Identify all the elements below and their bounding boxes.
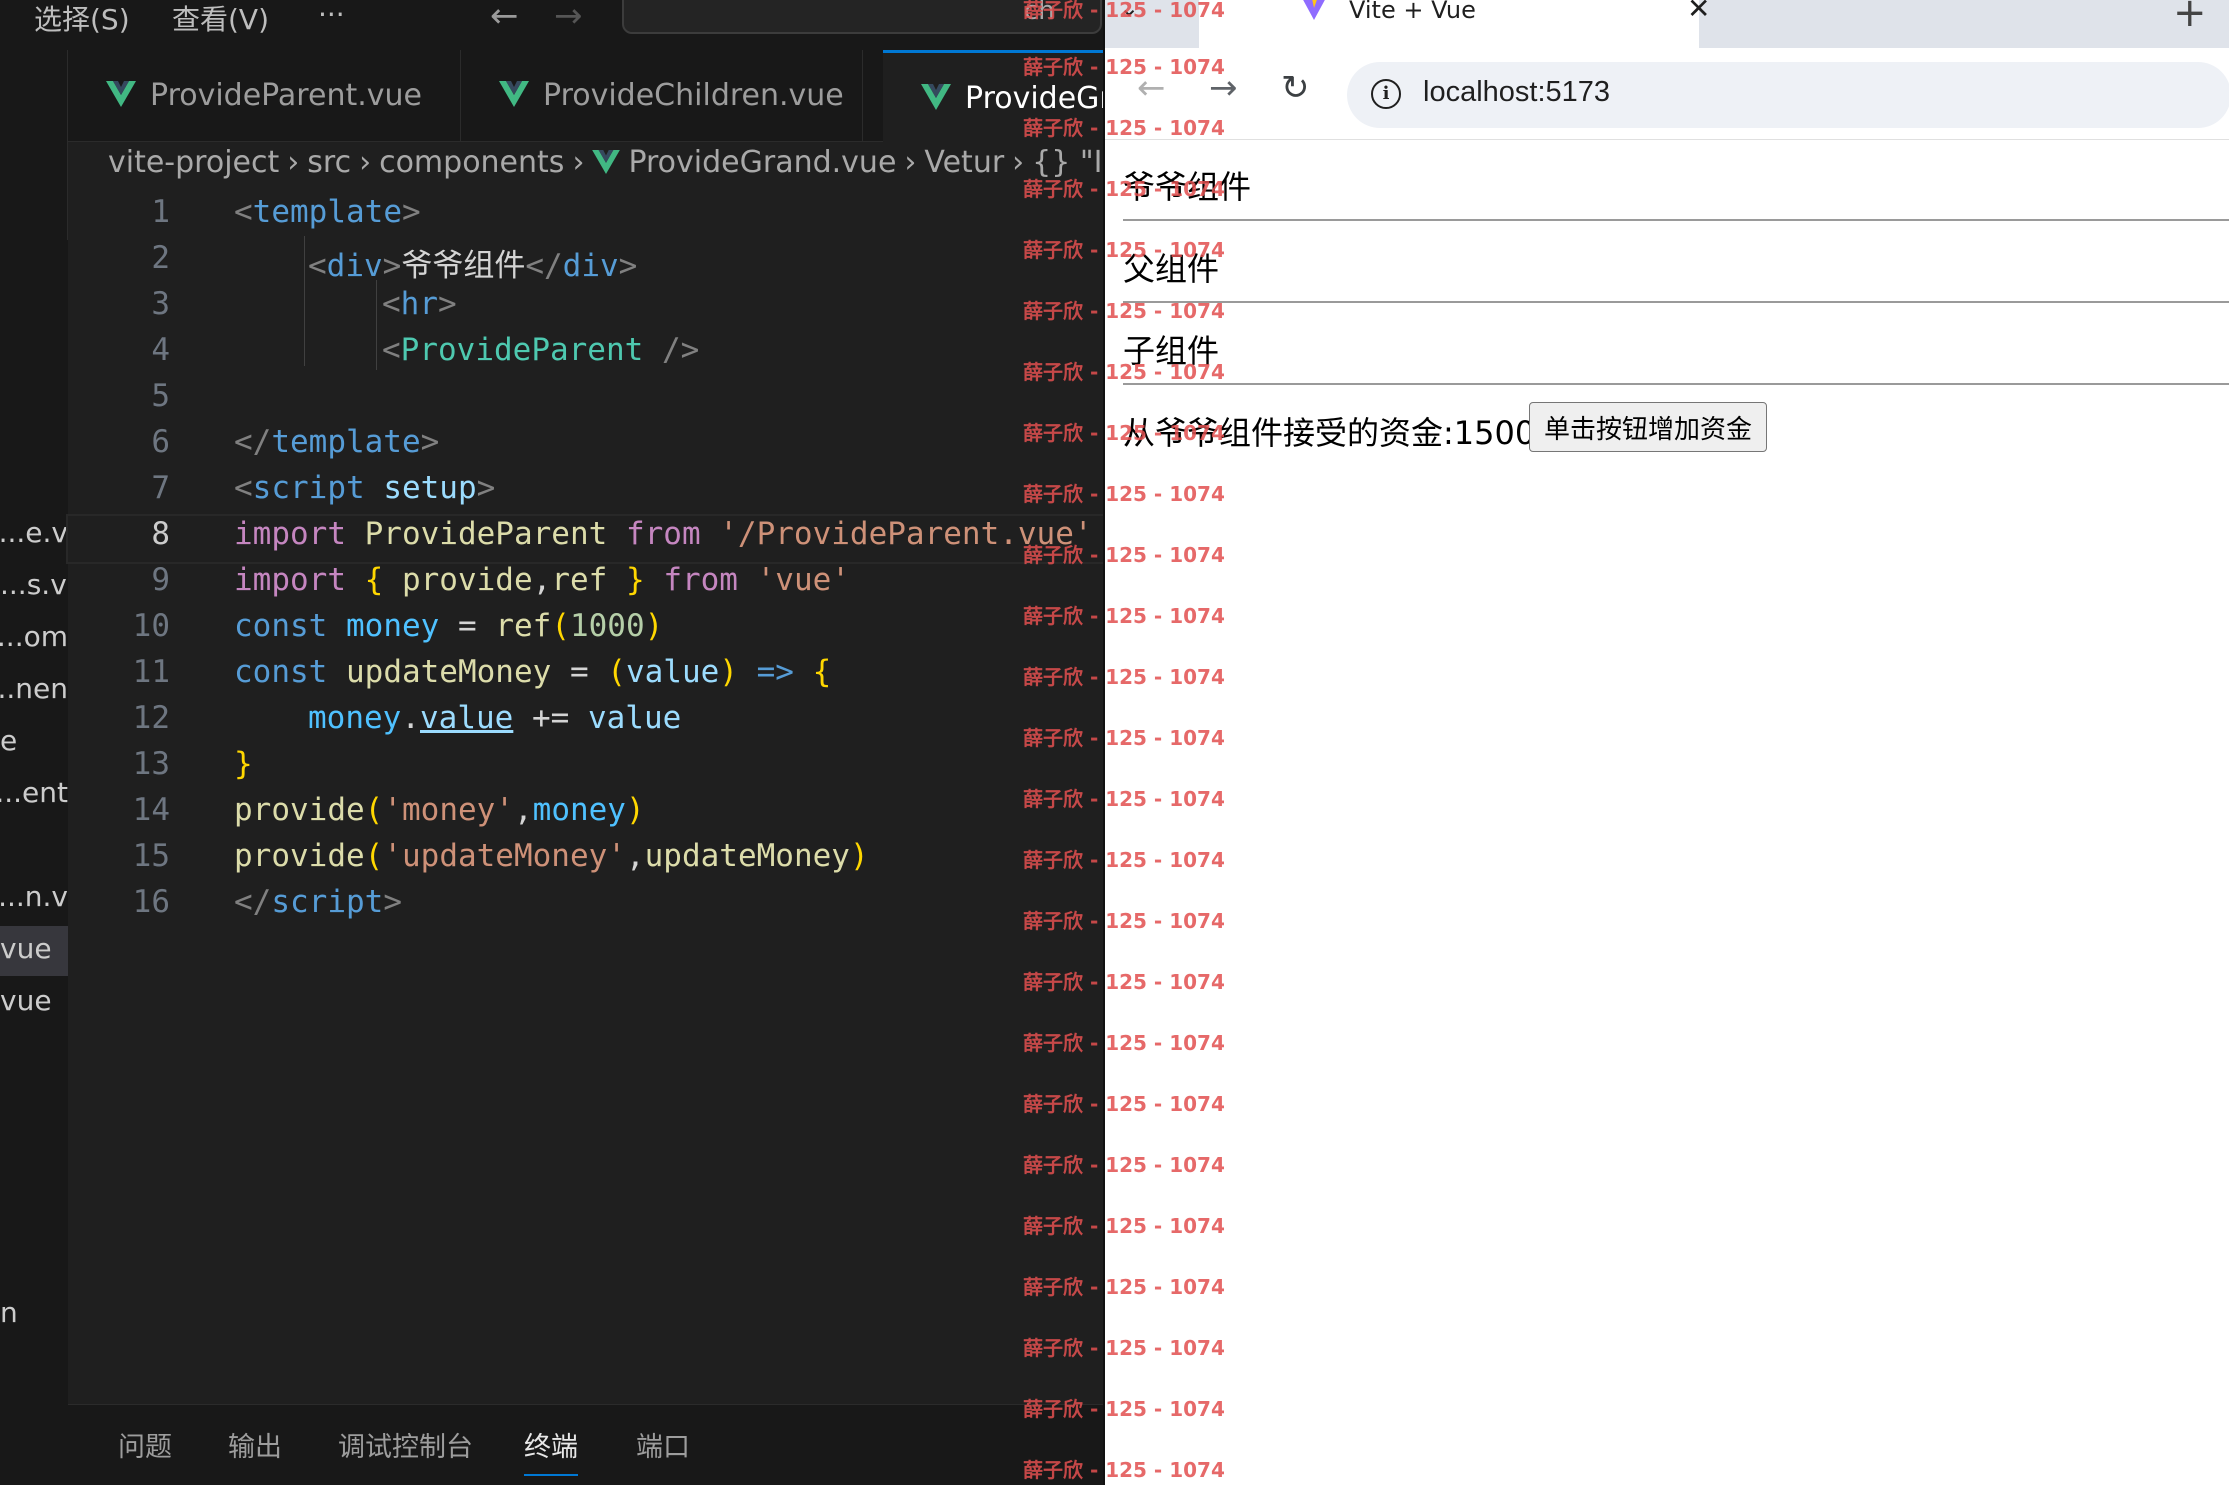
explorer-sidebar: e.v... s.v... om... nen... e ent.... n.v… xyxy=(0,240,68,1485)
code-line: 7 <script setup> xyxy=(151,470,496,506)
explorer-item[interactable]: ent.... xyxy=(0,770,68,820)
title-bar: 选择(S) 查看(V) ··· ← → ch xyxy=(0,0,1103,50)
panel-tab-terminal[interactable]: 终端 xyxy=(524,1425,578,1476)
code-line: 9 import { provide,ref } from 'vue' xyxy=(151,562,850,598)
explorer-item[interactable]: e.v... xyxy=(0,510,68,560)
vue-icon xyxy=(106,81,136,107)
vue-icon xyxy=(592,150,621,174)
code-line: 15 provide('updateMoney',updateMoney) xyxy=(132,838,869,874)
breadcrumb-item[interactable]: components xyxy=(379,145,564,180)
vue-icon xyxy=(921,84,951,110)
breadcrumb-item[interactable]: Vetur xyxy=(924,145,1004,180)
explorer-item[interactable]: om... xyxy=(0,614,68,664)
explorer-item[interactable]: s.v... xyxy=(0,562,68,612)
add-money-button[interactable]: 单击按钮增加资金 xyxy=(1529,402,1768,452)
tab-label: ProvideChildren.vue xyxy=(543,78,844,113)
code-line: 16 </script> xyxy=(132,884,402,920)
breadcrumb-item[interactable]: ProvideGrand.vue xyxy=(628,145,896,180)
browser-tab-strip: ⌄ Vite + Vue ✕ + xyxy=(1105,0,2229,48)
browser-toolbar: ← → ↻ i localhost:5173 xyxy=(1105,48,2229,140)
grand-component-label: 爷爷组件 xyxy=(1123,168,1252,206)
chevron-right-icon: › xyxy=(904,145,917,180)
menu-more[interactable]: ··· xyxy=(318,0,345,31)
code-line: 11 const updateMoney = (value) => { xyxy=(132,654,832,690)
panel-tab-output[interactable]: 输出 xyxy=(228,1425,282,1464)
forward-arrow-icon[interactable]: → xyxy=(554,0,583,36)
panel-tab-ports[interactable]: 端口 xyxy=(636,1425,690,1464)
breadcrumb-item[interactable]: vite-project xyxy=(108,145,279,180)
parent-component-label: 父组件 xyxy=(1123,250,1220,288)
money-text: 从爷爷组件接受的资金:1500 xyxy=(1123,414,1536,452)
code-line: 6 </template> xyxy=(151,424,440,460)
panel-tab-problems[interactable]: 问题 xyxy=(118,1425,172,1464)
chevron-down-icon[interactable]: ⌄ xyxy=(1119,0,1139,22)
new-tab-button[interactable]: + xyxy=(2173,0,2207,36)
breadcrumb-item[interactable]: src xyxy=(307,145,351,180)
explorer-item[interactable]: e xyxy=(0,718,68,768)
chevron-right-icon: › xyxy=(572,145,585,180)
site-info-icon[interactable]: i xyxy=(1371,79,1401,109)
editor-tabs: ProvideParent.vue ProvideChildren.vue Pr… xyxy=(68,50,1103,142)
code-line: 1 <template> xyxy=(151,194,421,230)
vite-icon xyxy=(1303,0,1325,20)
explorer-item[interactable]: n.v... xyxy=(0,874,68,924)
breadcrumb-item[interactable]: {} "I xyxy=(1032,145,1102,180)
code-line-current: 8 import ProvideParent from '/ProvidePare… xyxy=(66,514,1103,564)
address-bar[interactable]: i localhost:5173 xyxy=(1347,62,2229,128)
tab-provide-children[interactable]: ProvideChildren.vue xyxy=(461,50,863,142)
code-line: 13} xyxy=(132,746,253,782)
code-line: 3 <hr> xyxy=(151,286,457,322)
close-icon[interactable]: ✕ xyxy=(1687,0,1710,25)
back-arrow-icon[interactable]: ← xyxy=(490,0,519,36)
back-arrow-icon[interactable]: ← xyxy=(1137,68,1166,108)
code-line: 10 const money = ref(1000) xyxy=(132,608,664,644)
divider xyxy=(1123,219,2229,221)
vscode-window: 选择(S) 查看(V) ··· ← → ch e.v... s.v... om.… xyxy=(0,0,1103,1485)
explorer-item[interactable]: vue xyxy=(0,978,68,1028)
url-text: localhost:5173 xyxy=(1423,76,1611,108)
chevron-right-icon: › xyxy=(359,145,372,180)
code-line: 5 xyxy=(151,378,170,414)
chevron-right-icon: › xyxy=(1012,145,1025,180)
tab-provide-parent[interactable]: ProvideParent.vue xyxy=(68,50,461,142)
tab-provide-grand[interactable]: ProvideGrand.vue xyxy=(883,50,1103,142)
reload-icon[interactable]: ↻ xyxy=(1281,68,1310,108)
code-line: 14 provide('money',money) xyxy=(132,792,645,828)
explorer-item[interactable]: nen... xyxy=(0,666,68,716)
menu-selection[interactable]: 选择(S) xyxy=(34,0,130,38)
bottom-panel: 问题 输出 调试控制台 终端 端口 xyxy=(68,1404,1103,1485)
menu-view[interactable]: 查看(V) xyxy=(172,0,269,38)
divider xyxy=(1123,383,2229,385)
chevron-right-icon: › xyxy=(287,145,300,180)
divider xyxy=(1123,301,2229,303)
tab-label: ProvideParent.vue xyxy=(150,78,422,113)
code-line: 4 <ProvideParent /> xyxy=(151,332,700,368)
explorer-item-active[interactable]: vue xyxy=(0,926,68,976)
explorer-item[interactable]: n xyxy=(0,1290,68,1340)
forward-arrow-icon[interactable]: → xyxy=(1209,68,1238,108)
browser-tab[interactable]: Vite + Vue ✕ xyxy=(1199,0,1710,48)
code-editor[interactable]: 1 <template> 2 <div>爷爷组件</div> 3 <hr> 4 <Pro… xyxy=(66,194,1103,1404)
panel-tab-debug-console[interactable]: 调试控制台 xyxy=(338,1425,473,1464)
child-component-label: 子组件 xyxy=(1123,332,1220,370)
breadcrumb: vite-project › src › components › ProvideGrand… xyxy=(108,142,1103,194)
command-center-text: ch xyxy=(1024,0,1055,26)
browser-tab-title: Vite + Vue xyxy=(1349,0,1476,24)
vue-icon xyxy=(499,81,529,107)
tab-label: ProvideGrand.vue xyxy=(965,81,1103,116)
browser-window: ⌄ Vite + Vue ✕ + ← → ↻ i localhost:5173 … xyxy=(1103,0,2229,1485)
code-line: 12 money.value += value xyxy=(132,700,682,736)
code-line: 2 <div>爷爷组件</div> xyxy=(151,240,638,284)
command-center[interactable]: ch xyxy=(622,0,1102,34)
